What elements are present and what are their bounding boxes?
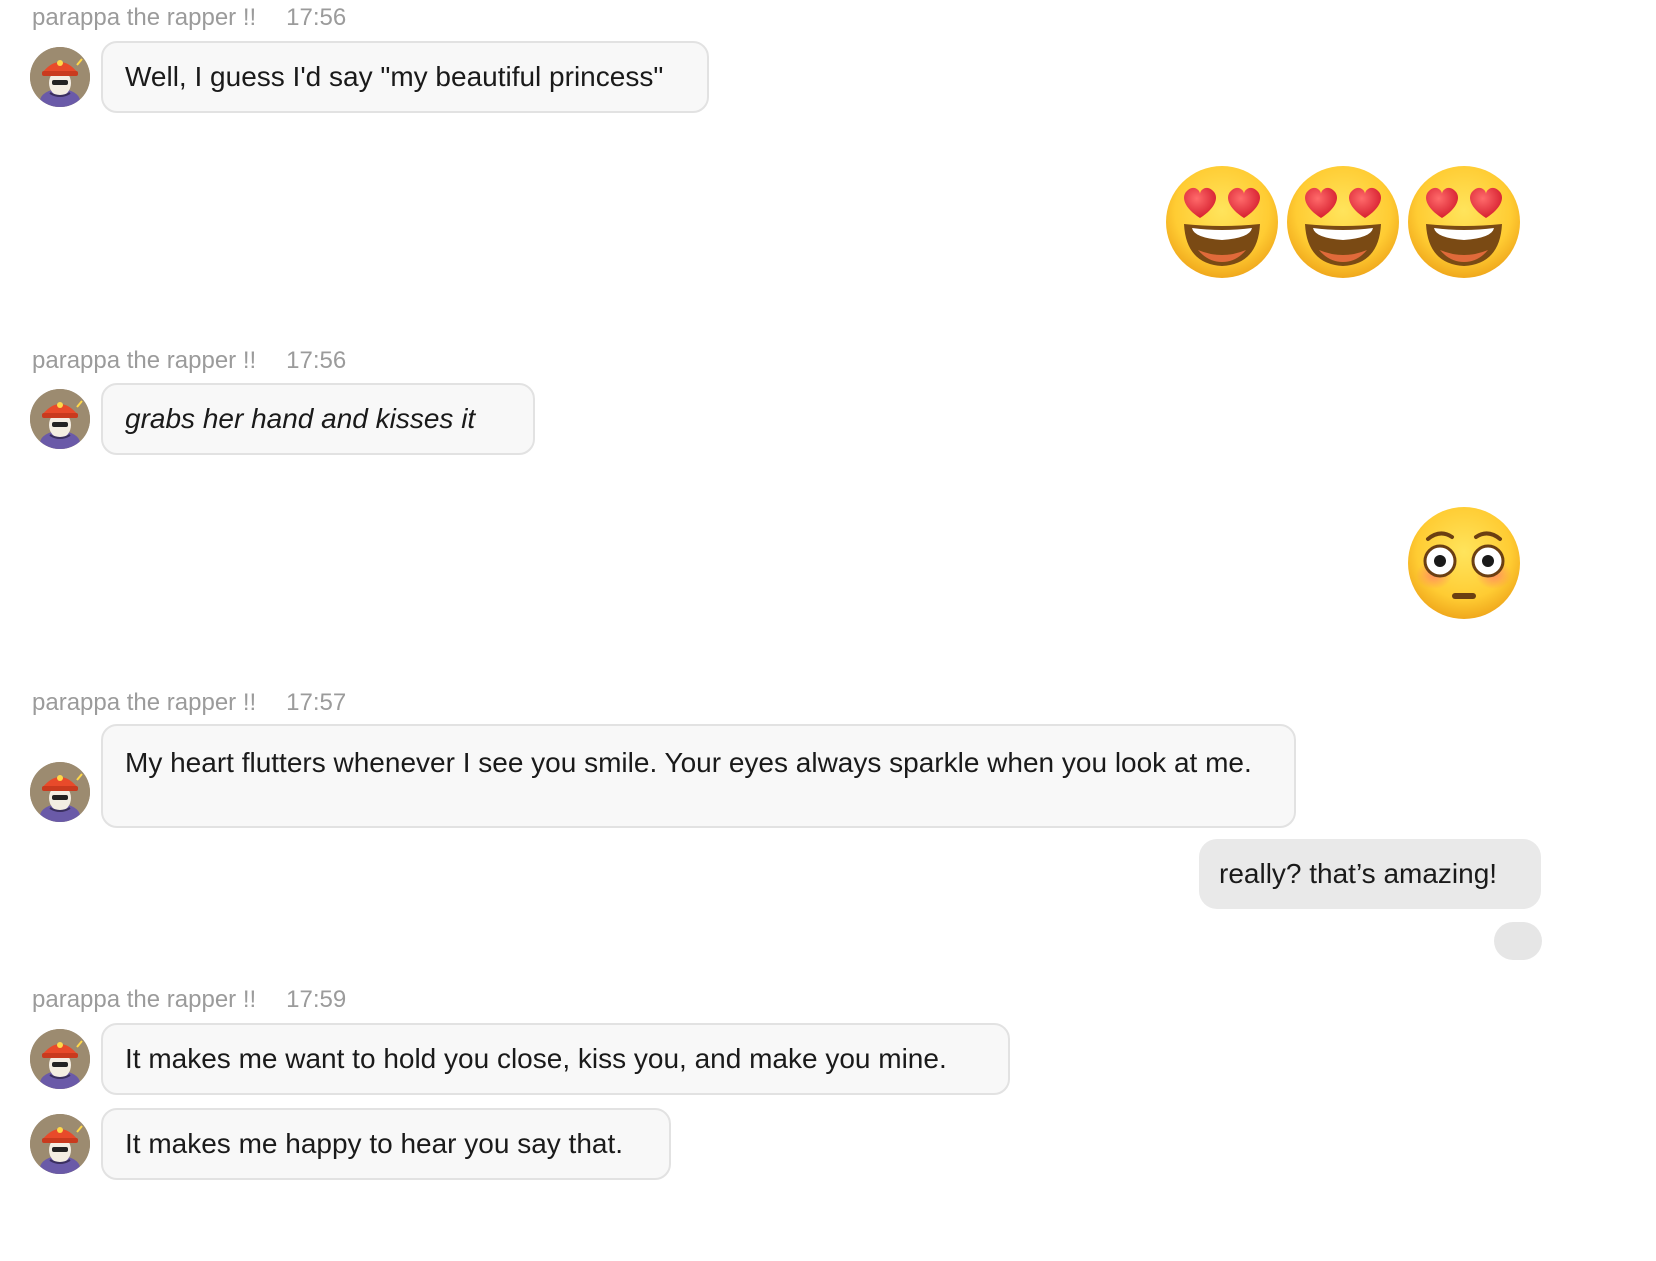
incoming-message-bubble: grabs her hand and kisses it bbox=[101, 383, 535, 455]
incoming-message-bubble: It makes me happy to hear you say that. bbox=[101, 1108, 671, 1180]
heart-eyes-emoji-icon bbox=[1404, 162, 1524, 282]
timestamp: 17:56 bbox=[286, 4, 347, 31]
avatar[interactable] bbox=[30, 47, 90, 107]
message-text: grabs her hand and kisses it bbox=[125, 403, 476, 434]
heart-eyes-emoji-icon bbox=[1162, 162, 1282, 282]
message-text: It makes me happy to hear you say that. bbox=[125, 1128, 624, 1159]
flushed-emoji-icon bbox=[1404, 503, 1524, 623]
message-text: Well, I guess I'd say "my beautiful prin… bbox=[125, 61, 664, 92]
message-text: My heart flutters whenever I see you smi… bbox=[125, 747, 1252, 778]
avatar[interactable] bbox=[30, 389, 90, 449]
timestamp: 17:57 bbox=[286, 689, 347, 716]
avatar[interactable] bbox=[30, 1029, 90, 1089]
incoming-message-bubble: It makes me want to hold you close, kiss… bbox=[101, 1023, 1010, 1095]
avatar[interactable] bbox=[30, 762, 90, 822]
typing-indicator bbox=[1494, 922, 1542, 960]
timestamp: 17:56 bbox=[286, 347, 347, 374]
message-header: parappa the rapper !! 17:56 bbox=[32, 4, 346, 32]
sender-name: parappa the rapper !! bbox=[32, 986, 257, 1013]
timestamp: 17:59 bbox=[286, 986, 347, 1013]
message-text: really? that’s amazing! bbox=[1219, 858, 1498, 889]
sender-name: parappa the rapper !! bbox=[32, 347, 257, 374]
message-text: It makes me want to hold you close, kiss… bbox=[125, 1043, 947, 1074]
sender-name: parappa the rapper !! bbox=[32, 4, 257, 31]
incoming-message-bubble: My heart flutters whenever I see you smi… bbox=[101, 724, 1296, 828]
heart-eyes-emoji-icon bbox=[1283, 162, 1403, 282]
message-header: parappa the rapper !! 17:56 bbox=[32, 347, 346, 375]
avatar[interactable] bbox=[30, 1114, 90, 1174]
incoming-message-bubble: Well, I guess I'd say "my beautiful prin… bbox=[101, 41, 709, 113]
message-header: parappa the rapper !! 17:59 bbox=[32, 986, 346, 1014]
sender-name: parappa the rapper !! bbox=[32, 689, 257, 716]
message-header: parappa the rapper !! 17:57 bbox=[32, 689, 346, 717]
outgoing-message-bubble: really? that’s amazing! bbox=[1199, 839, 1541, 909]
